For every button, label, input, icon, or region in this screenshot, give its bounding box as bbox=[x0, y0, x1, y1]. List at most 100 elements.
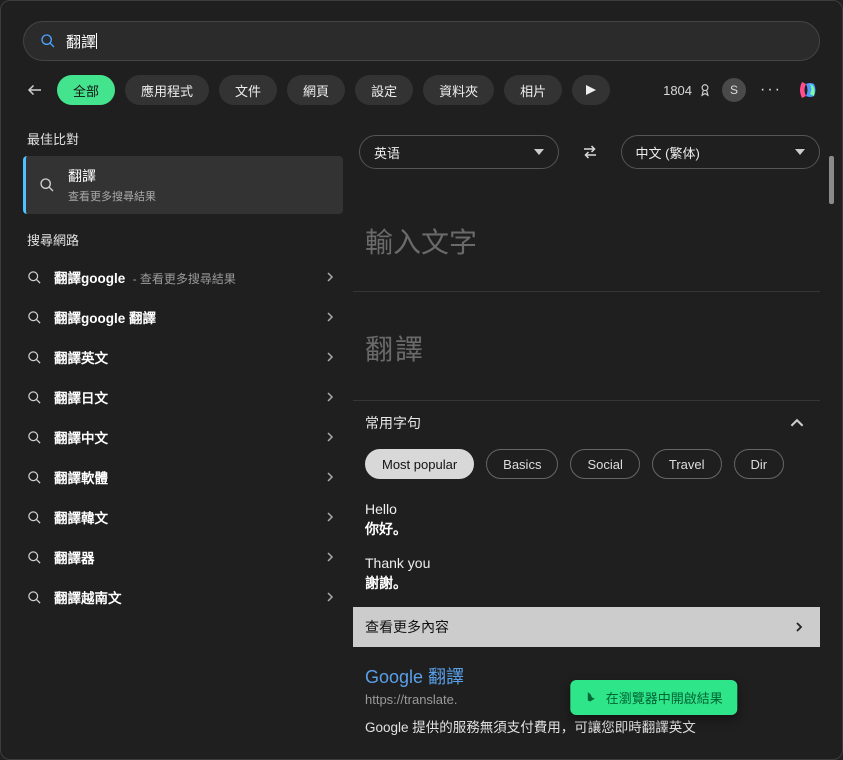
search-icon bbox=[27, 550, 42, 565]
phrases-heading: 常用字句 bbox=[365, 413, 421, 433]
chevron-down-icon bbox=[795, 147, 805, 157]
search-icon bbox=[27, 390, 42, 405]
lang-from-label: 英语 bbox=[374, 143, 400, 162]
search-query: 翻譯 bbox=[66, 31, 96, 52]
g-card-desc: Google 提供的服務無須支付費用，可讓您即時翻譯英文 bbox=[365, 719, 808, 738]
phrases-toggle[interactable]: 常用字句 bbox=[353, 401, 820, 445]
search-web-heading: 搜尋網路 bbox=[27, 230, 343, 249]
lang-to-label: 中文 (繁体) bbox=[636, 143, 700, 162]
see-more-label: 查看更多內容 bbox=[365, 617, 449, 637]
web-results-list: 翻譯google - 查看更多搜尋結果 翻譯google 翻譯 翻譯英文 翻譯日… bbox=[23, 257, 343, 617]
text-caret bbox=[96, 33, 97, 49]
phrase-item[interactable]: Hello 你好。 bbox=[353, 493, 820, 547]
phrase-tabs: Most popular Basics Social Travel Dir bbox=[353, 445, 820, 493]
output-placeholder: 翻譯 bbox=[365, 334, 425, 365]
search-icon bbox=[27, 510, 42, 525]
filter-more-arrow[interactable] bbox=[572, 75, 610, 105]
preview-panel: 英语 中文 (繁体) 輸入文字 翻譯 常用字句 bbox=[353, 123, 820, 741]
translate-input[interactable]: 輸入文字 bbox=[353, 181, 820, 292]
phrase-tab-basics[interactable]: Basics bbox=[486, 449, 558, 479]
input-placeholder: 輸入文字 bbox=[365, 227, 477, 258]
search-icon bbox=[27, 470, 42, 485]
web-item-bold: 翻譯google 翻譯 bbox=[54, 311, 156, 326]
copilot-icon[interactable] bbox=[796, 78, 820, 102]
best-match-title: 翻譯 bbox=[68, 166, 156, 186]
filter-folders[interactable]: 資料夾 bbox=[423, 75, 494, 105]
phrase-en: Thank you bbox=[365, 555, 808, 571]
chevron-down-icon bbox=[534, 147, 544, 157]
search-icon bbox=[27, 590, 42, 605]
bing-icon bbox=[584, 691, 598, 705]
filter-web[interactable]: 網頁 bbox=[287, 75, 345, 105]
phrase-en: Hello bbox=[365, 501, 808, 517]
web-result-item[interactable]: 翻譯軟體 bbox=[23, 457, 343, 497]
swap-icon bbox=[581, 143, 599, 161]
chevron-right-icon bbox=[325, 272, 335, 282]
phrase-item[interactable]: Thank you 謝謝。 bbox=[353, 547, 820, 601]
phrase-tab-most-popular[interactable]: Most popular bbox=[365, 449, 474, 479]
chevron-right-icon bbox=[325, 312, 335, 322]
web-result-item[interactable]: 翻譯越南文 bbox=[23, 577, 343, 617]
best-match-heading: 最佳比對 bbox=[27, 129, 343, 148]
search-icon bbox=[27, 310, 42, 325]
chevron-right-icon bbox=[325, 552, 335, 562]
search-window: 翻譯 全部 應用程式 文件 網頁 設定 資料夾 相片 1804 S ··· bbox=[0, 0, 843, 760]
web-result-item[interactable]: 翻譯器 bbox=[23, 537, 343, 577]
lang-from-select[interactable]: 英语 bbox=[359, 135, 559, 169]
chevron-right-icon bbox=[325, 512, 335, 522]
language-row: 英语 中文 (繁体) bbox=[353, 123, 820, 181]
web-item-bold: 翻譯英文 bbox=[54, 351, 108, 366]
scrollbar[interactable] bbox=[829, 156, 834, 741]
see-more-phrases[interactable]: 查看更多內容 bbox=[353, 607, 820, 647]
search-icon bbox=[27, 350, 42, 365]
filter-documents[interactable]: 文件 bbox=[219, 75, 277, 105]
chevron-up-icon bbox=[790, 416, 804, 430]
main-area: 最佳比對 翻譯 查看更多搜尋結果 搜尋網路 翻譯google - 查看更多搜尋結… bbox=[23, 123, 820, 741]
open-in-browser-button[interactable]: 在瀏覽器中開啟結果 bbox=[570, 680, 737, 715]
play-icon bbox=[586, 85, 596, 95]
translate-output: 翻譯 bbox=[353, 292, 820, 400]
search-icon bbox=[39, 177, 55, 193]
search-icon bbox=[40, 33, 56, 49]
chevron-right-icon bbox=[325, 352, 335, 362]
filter-settings[interactable]: 設定 bbox=[355, 75, 413, 105]
best-match-item[interactable]: 翻譯 查看更多搜尋結果 bbox=[23, 156, 343, 214]
more-menu[interactable]: ··· bbox=[756, 81, 786, 99]
search-bar[interactable]: 翻譯 bbox=[23, 21, 820, 61]
web-item-bold: 翻譯軟體 bbox=[54, 471, 108, 486]
phrase-zh: 你好。 bbox=[365, 519, 808, 539]
phrase-tab-social[interactable]: Social bbox=[570, 449, 639, 479]
phrases-section: 常用字句 Most popular Basics Social Travel D… bbox=[353, 400, 820, 647]
web-result-item[interactable]: 翻譯google 翻譯 bbox=[23, 297, 343, 337]
back-button[interactable] bbox=[23, 81, 47, 99]
web-result-item[interactable]: 翻譯韓文 bbox=[23, 497, 343, 537]
web-item-bold: 翻譯器 bbox=[54, 551, 95, 566]
chevron-right-icon bbox=[325, 392, 335, 402]
scrollbar-thumb[interactable] bbox=[829, 156, 834, 204]
filter-apps[interactable]: 應用程式 bbox=[125, 75, 209, 105]
chevron-right-icon bbox=[325, 472, 335, 482]
chevron-right-icon bbox=[794, 622, 804, 632]
swap-languages[interactable] bbox=[577, 143, 603, 161]
filter-all[interactable]: 全部 bbox=[57, 75, 115, 105]
web-item-bold: 翻譯日文 bbox=[54, 391, 108, 406]
web-result-item[interactable]: 翻譯google - 查看更多搜尋結果 bbox=[23, 257, 343, 297]
best-match-sub: 查看更多搜尋結果 bbox=[68, 188, 156, 204]
web-item-bold: 翻譯韓文 bbox=[54, 511, 108, 526]
medal-icon bbox=[698, 83, 712, 97]
filter-photos[interactable]: 相片 bbox=[504, 75, 562, 105]
web-item-bold: 翻譯中文 bbox=[54, 431, 108, 446]
lang-to-select[interactable]: 中文 (繁体) bbox=[621, 135, 821, 169]
web-item-bold: 翻譯越南文 bbox=[54, 591, 122, 606]
filter-row: 全部 應用程式 文件 網頁 設定 資料夾 相片 1804 S ··· bbox=[23, 75, 820, 105]
web-result-item[interactable]: 翻譯中文 bbox=[23, 417, 343, 457]
web-item-sub: - 查看更多搜尋結果 bbox=[129, 272, 236, 286]
phrase-tab-dir[interactable]: Dir bbox=[734, 449, 785, 479]
rewards-points[interactable]: 1804 bbox=[663, 83, 712, 98]
profile-badge[interactable]: S bbox=[722, 78, 746, 102]
phrase-zh: 謝謝。 bbox=[365, 573, 808, 593]
open-in-browser-label: 在瀏覽器中開啟結果 bbox=[606, 688, 723, 707]
phrase-tab-travel[interactable]: Travel bbox=[652, 449, 722, 479]
web-result-item[interactable]: 翻譯日文 bbox=[23, 377, 343, 417]
web-result-item[interactable]: 翻譯英文 bbox=[23, 337, 343, 377]
